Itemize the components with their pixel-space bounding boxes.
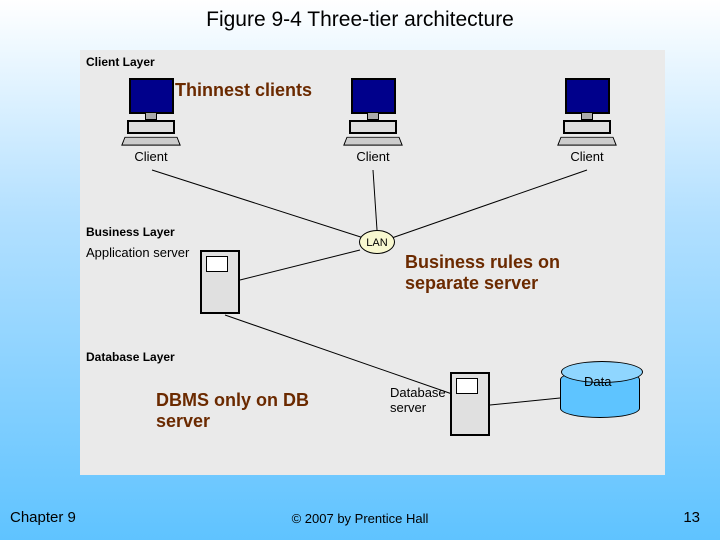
cpu-icon [563, 120, 611, 134]
keyboard-icon [343, 137, 403, 146]
monitor-icon [129, 78, 174, 114]
client-label: Client [328, 149, 418, 164]
client-label: Client [106, 149, 196, 164]
database-layer-label: Database Layer [86, 350, 175, 364]
monitor-icon [565, 78, 610, 114]
cpu-icon [127, 120, 175, 134]
cpu-icon [349, 120, 397, 134]
lan-node: LAN [359, 230, 395, 254]
server-icon [200, 250, 240, 314]
server-icon [450, 372, 490, 436]
callout-thin-clients: Thinnest clients [175, 80, 312, 101]
callout-business-rules: Business rules on separate server [405, 252, 605, 293]
client-pc: Client [542, 78, 632, 164]
business-layer-label: Business Layer [86, 225, 175, 239]
keyboard-icon [557, 137, 617, 146]
data-label: Data [584, 374, 611, 389]
client-layer-label: Client Layer [86, 55, 155, 69]
callout-dbms: DBMS only on DB server [156, 390, 336, 431]
copyright: © 2007 by Prentice Hall [0, 511, 720, 526]
monitor-icon [351, 78, 396, 114]
application-server-label: Application server [86, 245, 196, 260]
keyboard-icon [121, 137, 181, 146]
figure-title: Figure 9-4 Three-tier architecture [0, 0, 720, 32]
client-label: Client [542, 149, 632, 164]
client-pc: Client [328, 78, 418, 164]
page-number: 13 [683, 509, 700, 526]
